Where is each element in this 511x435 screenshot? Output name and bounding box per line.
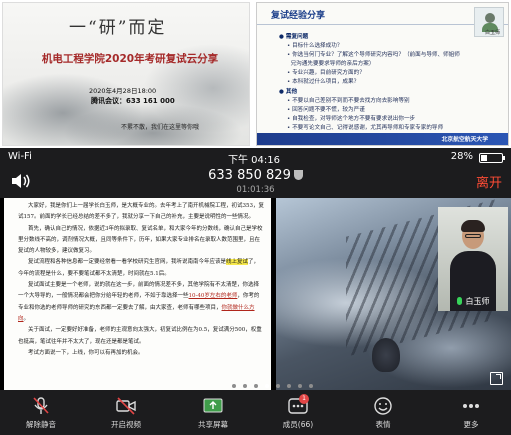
video-off-icon	[116, 397, 136, 415]
bullet-item: • 自我检查，对导师这个地方不要有要求说出你一步	[287, 115, 416, 122]
mic-active-icon	[456, 297, 462, 305]
speaker-name: 白玉师	[484, 30, 500, 36]
reactions-button[interactable]: 表情	[353, 390, 413, 435]
share-screen-icon	[203, 398, 223, 413]
university-name: 北京航空航天大学	[441, 137, 488, 143]
page-dot[interactable]	[254, 384, 258, 388]
cover-meeting-id: 腾讯会议：633 161 000	[91, 97, 175, 105]
members-button[interactable]: 1 成员(66)	[268, 390, 328, 435]
meeting-toolbar: 解除静音 开启视频 共享屏幕 1 成员(66) 表情 更多	[0, 390, 511, 435]
highlighted-text: 线上复试	[226, 259, 249, 266]
unmute-button[interactable]: 解除静音	[11, 390, 71, 435]
shared-document: 大家好，我是你们上一届学长白玉师，是大概专业的。去年考上了南开机械院工程，初试3…	[4, 198, 271, 390]
section-heading: ● 需复问题	[279, 34, 309, 40]
battery-percent: 28%	[450, 151, 473, 162]
toolbar-label: 表情	[375, 420, 391, 429]
emoji-icon	[374, 397, 392, 415]
cover-date: 2020年4月28日18:00	[89, 87, 157, 95]
slides-collage: 一“研”而定 机电工程学院2020年考研复试云分享 2020年4月28日18:0…	[0, 0, 511, 159]
bullet-item: • 专业兴趣，目前研究方面的？	[287, 70, 365, 77]
status-bar: Wi-Fi 下午 04:16 28%	[0, 148, 511, 166]
doc-paragraph: 复试面试主要是一个老师，说的就在这一步，前面的情况差不多，其他学院有不太清楚，你…	[18, 282, 260, 322]
document-body: 大家好，我是你们上一届学长白玉师，是大概专业的。去年考上了南开机械院工程，初试3…	[18, 201, 264, 359]
page-dot[interactable]	[309, 384, 313, 388]
meeting-id[interactable]: 633 850 829	[0, 168, 511, 183]
share-screen-button[interactable]: 共享屏幕	[183, 390, 243, 435]
meeting-screen: Wi-Fi 下午 04:16 28% 633 850 829 01:01:36 …	[0, 148, 511, 435]
meeting-timer: 01:01:36	[236, 185, 275, 195]
emphasized-text: 10-40岁左右的老师	[188, 293, 238, 300]
shared-screen[interactable]: 大家好，我是你们上一届学长白玉师，是大概专业的。去年考上了南开机械院工程，初试3…	[0, 198, 511, 390]
avatar-head	[485, 13, 495, 23]
participant-name-tag: 白玉师	[438, 296, 508, 307]
mic-muted-icon	[33, 397, 49, 414]
doc-paragraph: 复试流程和各种信息都一定要经常看一看学校研究生官网，我听说南南今年应该是线上复试…	[18, 259, 260, 277]
more-icon	[463, 404, 479, 408]
battery-icon	[479, 153, 505, 163]
doc-paragraph: 首先，确认自己的情况，依据近3年的拟录取、复试名单，和大家今年的分数线，确认自己…	[18, 225, 263, 255]
bullet-item: • 不要写论文自己、记得说感谢，尤其再导师和专家专家的导师	[287, 124, 444, 131]
page-dot[interactable]	[243, 384, 247, 388]
battery-fill	[481, 155, 487, 161]
cover-title: 一“研”而定	[69, 18, 167, 38]
bullet-item: 兄沟通先要要求导师的亲后方案）	[290, 61, 375, 68]
shared-background-image: 白玉师	[276, 198, 511, 390]
doc-paragraph: 大家好，我是你们上一届学长白玉师，是大概专业的。去年考上了南开机械院工程，初试3…	[18, 203, 265, 221]
toolbar-label: 共享屏幕	[198, 420, 228, 429]
meeting-header: 633 850 829 01:01:36 离开	[0, 166, 511, 198]
page-dot[interactable]	[265, 384, 269, 388]
toolbar-label: 更多	[463, 420, 479, 429]
cover-footer: 不累不散，我们在这里等你哦	[121, 124, 200, 131]
emphasized-text: 你就做什么方向	[18, 304, 255, 322]
bullet-item: • 不要以自己差别不到而不要去找方向去影响等别	[287, 97, 410, 104]
bullet-item: • 本科就过什么项目，成果？	[287, 79, 360, 86]
slide-title: 复试经验分享	[271, 11, 326, 21]
meeting-id-text: 633 850 829	[208, 168, 291, 183]
slide-bullet-list: ● 需复问题 • 目标什么选择成功？ • 你选当何门专业？了解这个导师研究内容吗…	[279, 33, 479, 133]
toolbar-label: 开启视频	[111, 420, 141, 429]
more-button[interactable]: 更多	[441, 390, 501, 435]
members-badge: 1	[299, 394, 309, 404]
bullet-item: • 回答问题不要不慌，较为严谨	[287, 106, 365, 113]
clock: 下午 04:16	[228, 155, 280, 166]
members-icon-wrap: 1	[287, 394, 309, 416]
doc-paragraph: 关于面试，一定要好好准备，老师的主观意向太强大，初复试比例在为0.5，复试满分5…	[18, 327, 262, 345]
page-dot[interactable]	[287, 384, 291, 388]
start-video-button[interactable]: 开启视频	[96, 390, 156, 435]
experience-slide: 复试经验分享 白玉师 ● 需复问题 • 目标什么选择成功？ • 你选当何门专业？…	[256, 2, 509, 146]
cover-subtitle: 机电工程学院2020年考研复试云分享	[41, 53, 219, 65]
leave-button[interactable]: 离开	[476, 172, 502, 191]
cover-slide: 一“研”而定 机电工程学院2020年考研复试云分享 2020年4月28日18:0…	[2, 2, 250, 146]
bullet-item: • 目标什么选择成功？	[287, 43, 343, 50]
shield-icon	[293, 170, 303, 180]
toolbar-label: 成员(66)	[282, 420, 314, 429]
toolbar-label: 解除静音	[26, 420, 56, 429]
section-heading: ● 其他	[279, 88, 298, 95]
network-label: Wi-Fi	[8, 151, 32, 162]
slide-header: 复试经验分享	[257, 3, 508, 25]
page-dot[interactable]	[276, 384, 280, 388]
bullet-item: • 你选当何门专业？了解这个导师研究内容吗？（前面与导师、师姐师	[287, 52, 460, 59]
fullscreen-icon[interactable]	[490, 372, 503, 385]
participant-glasses	[465, 234, 481, 238]
video-overlay-area: 白玉师	[276, 198, 511, 390]
participant-name: 白玉师	[465, 297, 490, 306]
page-dot[interactable]	[298, 384, 302, 388]
doc-paragraph: 考试方面说一下，上线，你可以有再加的机会。	[28, 349, 144, 356]
participant-video-tile[interactable]: 白玉师	[438, 207, 508, 311]
participant-hair	[461, 220, 485, 232]
page-dot[interactable]	[232, 384, 236, 388]
